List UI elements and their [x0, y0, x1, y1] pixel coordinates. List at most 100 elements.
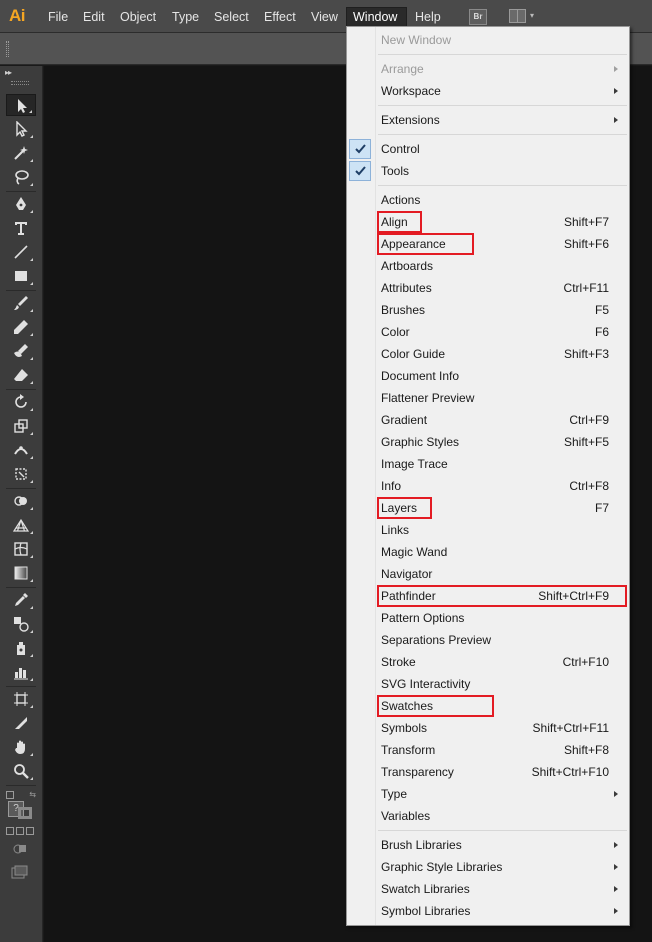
menu-help[interactable]: Help: [409, 7, 447, 27]
menu-item-swatch-libraries[interactable]: Swatch Libraries: [347, 878, 629, 900]
control-bar-grip[interactable]: [6, 41, 9, 57]
tools-panel: ▸▸ ⇆?: [0, 66, 43, 942]
collapse-panel-icon[interactable]: ▸▸: [5, 68, 12, 77]
menu-item-transparency[interactable]: Transparency Shift+Ctrl+F10: [347, 761, 629, 783]
menu-item-pattern-options[interactable]: Pattern Options: [347, 607, 629, 629]
flyout-indicator: [30, 381, 33, 384]
menu-item-gradient[interactable]: Gradient Ctrl+F9: [347, 409, 629, 431]
menu-item-label: Links: [381, 523, 410, 537]
column-graph-tool[interactable]: [6, 661, 36, 683]
fill-stroke-widget[interactable]: ⇆?: [6, 791, 36, 821]
menu-item-label: Navigator: [381, 567, 433, 581]
swap-colors-icon[interactable]: ⇆: [29, 791, 36, 799]
blob-brush-tool[interactable]: [6, 340, 36, 362]
arrange-documents-button[interactable]: ▾: [509, 9, 537, 25]
line-segment-tool[interactable]: [6, 241, 36, 263]
menu-item-image-trace[interactable]: Image Trace: [347, 453, 629, 475]
pencil-tool[interactable]: [6, 316, 36, 338]
menu-item-label: Color Guide: [381, 347, 446, 361]
menu-item-transform[interactable]: Transform Shift+F8: [347, 739, 629, 761]
gradient-mode-button[interactable]: [16, 827, 24, 835]
menu-object[interactable]: Object: [114, 7, 162, 27]
gradient-tool[interactable]: [6, 562, 36, 584]
direct-selection-tool[interactable]: [6, 118, 36, 140]
menu-item-links[interactable]: Links: [347, 519, 629, 541]
menu-item-type[interactable]: Type: [347, 783, 629, 805]
menu-item-info[interactable]: Info Ctrl+F8: [347, 475, 629, 497]
shape-builder-tool[interactable]: [6, 490, 36, 512]
slice-tool[interactable]: [6, 712, 36, 734]
menu-item-graphic-styles[interactable]: Graphic Styles Shift+F5: [347, 431, 629, 453]
menu-item-artboards[interactable]: Artboards: [347, 255, 629, 277]
blend-tool-icon: [14, 617, 29, 632]
menu-item-attributes[interactable]: Attributes Ctrl+F11: [347, 277, 629, 299]
menu-item-color-guide[interactable]: Color Guide Shift+F3: [347, 343, 629, 365]
artboard-tool[interactable]: [6, 688, 36, 710]
pen-tool[interactable]: [6, 193, 36, 215]
none-mode-button[interactable]: [26, 827, 34, 835]
menu-item-extensions[interactable]: Extensions: [347, 109, 629, 131]
menu-effect[interactable]: Effect: [258, 7, 302, 27]
menu-item-label: SVG Interactivity: [381, 677, 471, 691]
zoom-tool[interactable]: [6, 760, 36, 782]
submenu-arrow-icon: [614, 791, 618, 797]
type-tool[interactable]: [6, 217, 36, 239]
flyout-indicator: [30, 480, 33, 483]
default-colors-icon[interactable]: [6, 791, 14, 799]
bridge-button[interactable]: Br: [469, 9, 487, 25]
menu-item-brush-libraries[interactable]: Brush Libraries: [347, 834, 629, 856]
menu-item-control[interactable]: Control: [347, 138, 629, 160]
scale-tool[interactable]: [6, 415, 36, 437]
lasso-tool-icon: [15, 170, 29, 185]
tools-separator: [6, 191, 36, 192]
menu-item-navigator[interactable]: Navigator: [347, 563, 629, 585]
menu-edit[interactable]: Edit: [77, 7, 111, 27]
eyedropper-tool[interactable]: [6, 589, 36, 611]
magic-wand-tool[interactable]: [6, 142, 36, 164]
color-mode-button[interactable]: [6, 827, 14, 835]
menu-item-tools[interactable]: Tools: [347, 160, 629, 182]
menu-type[interactable]: Type: [166, 7, 205, 27]
tools-panel-grip[interactable]: [11, 81, 29, 85]
menu-item-label: Tools: [381, 164, 410, 178]
rotate-tool[interactable]: [6, 391, 36, 413]
menu-item-separations-preview[interactable]: Separations Preview: [347, 629, 629, 651]
eraser-tool[interactable]: [6, 364, 36, 386]
width-tool[interactable]: [6, 439, 36, 461]
menu-item-symbols[interactable]: Symbols Shift+Ctrl+F11: [347, 717, 629, 739]
perspective-grid-tool-icon: [13, 518, 29, 532]
perspective-grid-tool[interactable]: [6, 514, 36, 536]
selection-tool-icon: [18, 99, 27, 113]
menu-item-flattener-preview[interactable]: Flattener Preview: [347, 387, 629, 409]
menu-window[interactable]: Window: [346, 7, 407, 27]
hand-tool[interactable]: [6, 736, 36, 758]
rectangle-tool[interactable]: [6, 265, 36, 287]
paintbrush-tool[interactable]: [6, 292, 36, 314]
symbol-sprayer-tool[interactable]: [6, 637, 36, 659]
drawing-mode-icon[interactable]: [13, 843, 27, 855]
mesh-tool[interactable]: [6, 538, 36, 560]
menu-item-stroke[interactable]: Stroke Ctrl+F10: [347, 651, 629, 673]
menu-file[interactable]: File: [42, 7, 74, 27]
lasso-tool[interactable]: [6, 166, 36, 188]
pen-tool-icon: [16, 197, 26, 210]
free-transform-tool[interactable]: [6, 463, 36, 485]
screen-mode-icon[interactable]: [11, 865, 29, 879]
menu-item-workspace[interactable]: Workspace: [347, 80, 629, 102]
menu-item-variables[interactable]: Variables: [347, 805, 629, 827]
blend-tool[interactable]: [6, 613, 36, 635]
menu-item-color[interactable]: Color F6: [347, 321, 629, 343]
menu-item-document-info[interactable]: Document Info: [347, 365, 629, 387]
eyedropper-tool-icon: [15, 593, 28, 606]
menu-item-actions[interactable]: Actions: [347, 189, 629, 211]
menu-select[interactable]: Select: [208, 7, 255, 27]
menu-view[interactable]: View: [305, 7, 344, 27]
menu-item-brushes[interactable]: Brushes F5: [347, 299, 629, 321]
menu-item-symbol-libraries[interactable]: Symbol Libraries: [347, 900, 629, 922]
menu-item-magic-wand[interactable]: Magic Wand: [347, 541, 629, 563]
menu-item-svg-interactivity[interactable]: SVG Interactivity: [347, 673, 629, 695]
arrange-documents-icon: [509, 9, 526, 23]
stroke-swatch[interactable]: [18, 807, 32, 819]
selection-tool[interactable]: [6, 94, 36, 116]
menu-item-graphic-style-libraries[interactable]: Graphic Style Libraries: [347, 856, 629, 878]
